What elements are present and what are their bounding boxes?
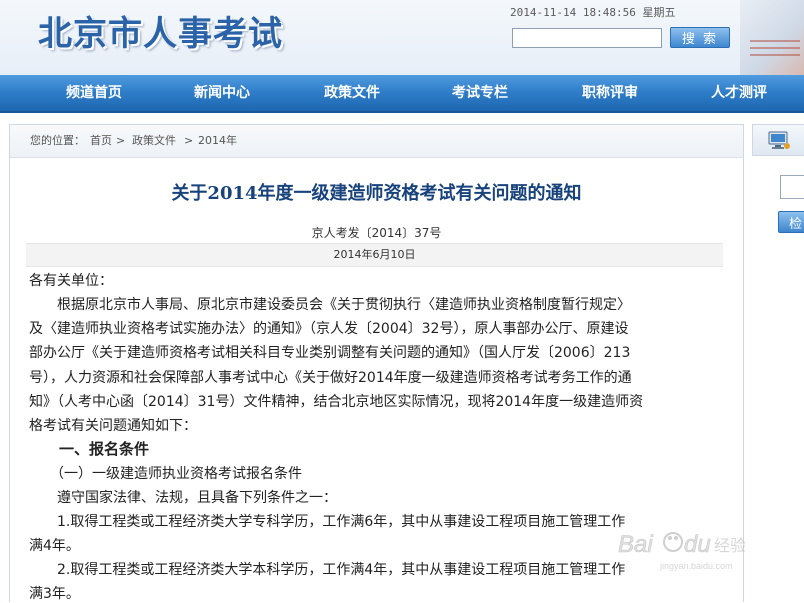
breadcrumb-prefix: 您的位置： — [30, 134, 85, 147]
breadcrumb-separator: > — [184, 134, 194, 147]
breadcrumb: 您的位置： 首页 > 政策文件 > 2014年 — [10, 125, 743, 158]
search-button[interactable]: 搜 索 — [670, 27, 730, 48]
nav-item-news[interactable]: 新闻中心 — [194, 75, 250, 111]
article-paragraph-line: 2.取得工程类或工程经济类大学本科学历，工作满4年，其中从事建设工程项目施工管理… — [29, 562, 626, 578]
breadcrumb-link-policy[interactable]: 政策文件 — [132, 125, 176, 157]
sidebar-search-button[interactable]: 检 — [778, 211, 804, 233]
article-paragraph-line: 及〈建造师执业资格考试实施办法〉的通知》（京人发〔2004〕32号），原人事部办… — [29, 321, 629, 337]
subsection-heading: （一）一级建造师执业资格考试报名条件 — [29, 466, 302, 482]
article-paragraph-line: 根据原北京市人事局、原北京市建设委员会《关于贯彻执行〈建造师执业资格制度暂行规定… — [29, 297, 631, 313]
main-navigation: 频道首页 新闻中心 政策文件 考试专栏 职称评审 人才测评 — [0, 75, 804, 113]
article-title: 关于2014年度一级建造师资格考试有关问题的通知 — [171, 183, 582, 204]
article-paragraph-line: 号），人力资源和社会保障部人事考试中心《关于做好2014年度一级建造师资格考试考… — [29, 370, 632, 386]
article-paragraph-line: 满3年。 — [29, 586, 80, 602]
article-paragraph-line: 部办公厅《关于建造师资格考试相关科目专业类别调整有关问题的通知》（国人厅发〔20… — [29, 345, 631, 361]
header: 北京市人事考试 2014-11-14 18:48:56 星期五 搜 索 — [0, 0, 804, 75]
breadcrumb-link-home[interactable]: 首页 — [90, 125, 112, 157]
article-paragraph-line: 各有关单位： — [29, 273, 113, 289]
article-paragraph-line: 1.取得工程类或工程经济类大学专科学历，工作满6年，其中从事建设工程项目施工管理… — [29, 514, 626, 530]
article-paragraph-line: 满4年。 — [29, 538, 80, 554]
header-decoration-image — [740, 0, 804, 75]
nav-item-exams[interactable]: 考试专栏 — [452, 75, 508, 111]
datetime-display: 2014-11-14 18:48:56 星期五 — [510, 6, 676, 19]
section-heading: 一、报名条件 — [29, 440, 150, 458]
article-paragraph-line: 知》（人考中心函〔2014〕31号）文件精神，结合北京地区实际情况，现将2014… — [29, 394, 644, 410]
article-paragraph-line: 遵守国家法律、法规，且具备下列条件之一： — [29, 490, 337, 506]
sidebar-header — [752, 124, 804, 156]
publish-date: 2014年6月10日 — [26, 243, 723, 267]
nav-item-talent-assessment[interactable]: 人才测评 — [711, 75, 767, 111]
nav-item-home[interactable]: 频道首页 — [66, 75, 122, 111]
document-number: 京人考发〔2014〕37号 — [311, 226, 442, 240]
breadcrumb-link-year[interactable]: 2014年 — [198, 125, 237, 157]
article-panel: 您的位置： 首页 > 政策文件 > 2014年 关于2014年度一级建造师资格考… — [9, 124, 744, 602]
article-paragraph-line: 格考试有关问题通知如下： — [29, 418, 197, 434]
site-title[interactable]: 北京市人事考试 — [38, 6, 283, 55]
nav-item-title-review[interactable]: 职称评审 — [582, 75, 638, 111]
sidebar-search-input[interactable] — [780, 175, 804, 199]
computer-icon — [767, 131, 791, 155]
breadcrumb-separator: > — [116, 134, 126, 147]
search-input[interactable] — [512, 28, 662, 48]
nav-item-policy[interactable]: 政策文件 — [324, 75, 380, 111]
